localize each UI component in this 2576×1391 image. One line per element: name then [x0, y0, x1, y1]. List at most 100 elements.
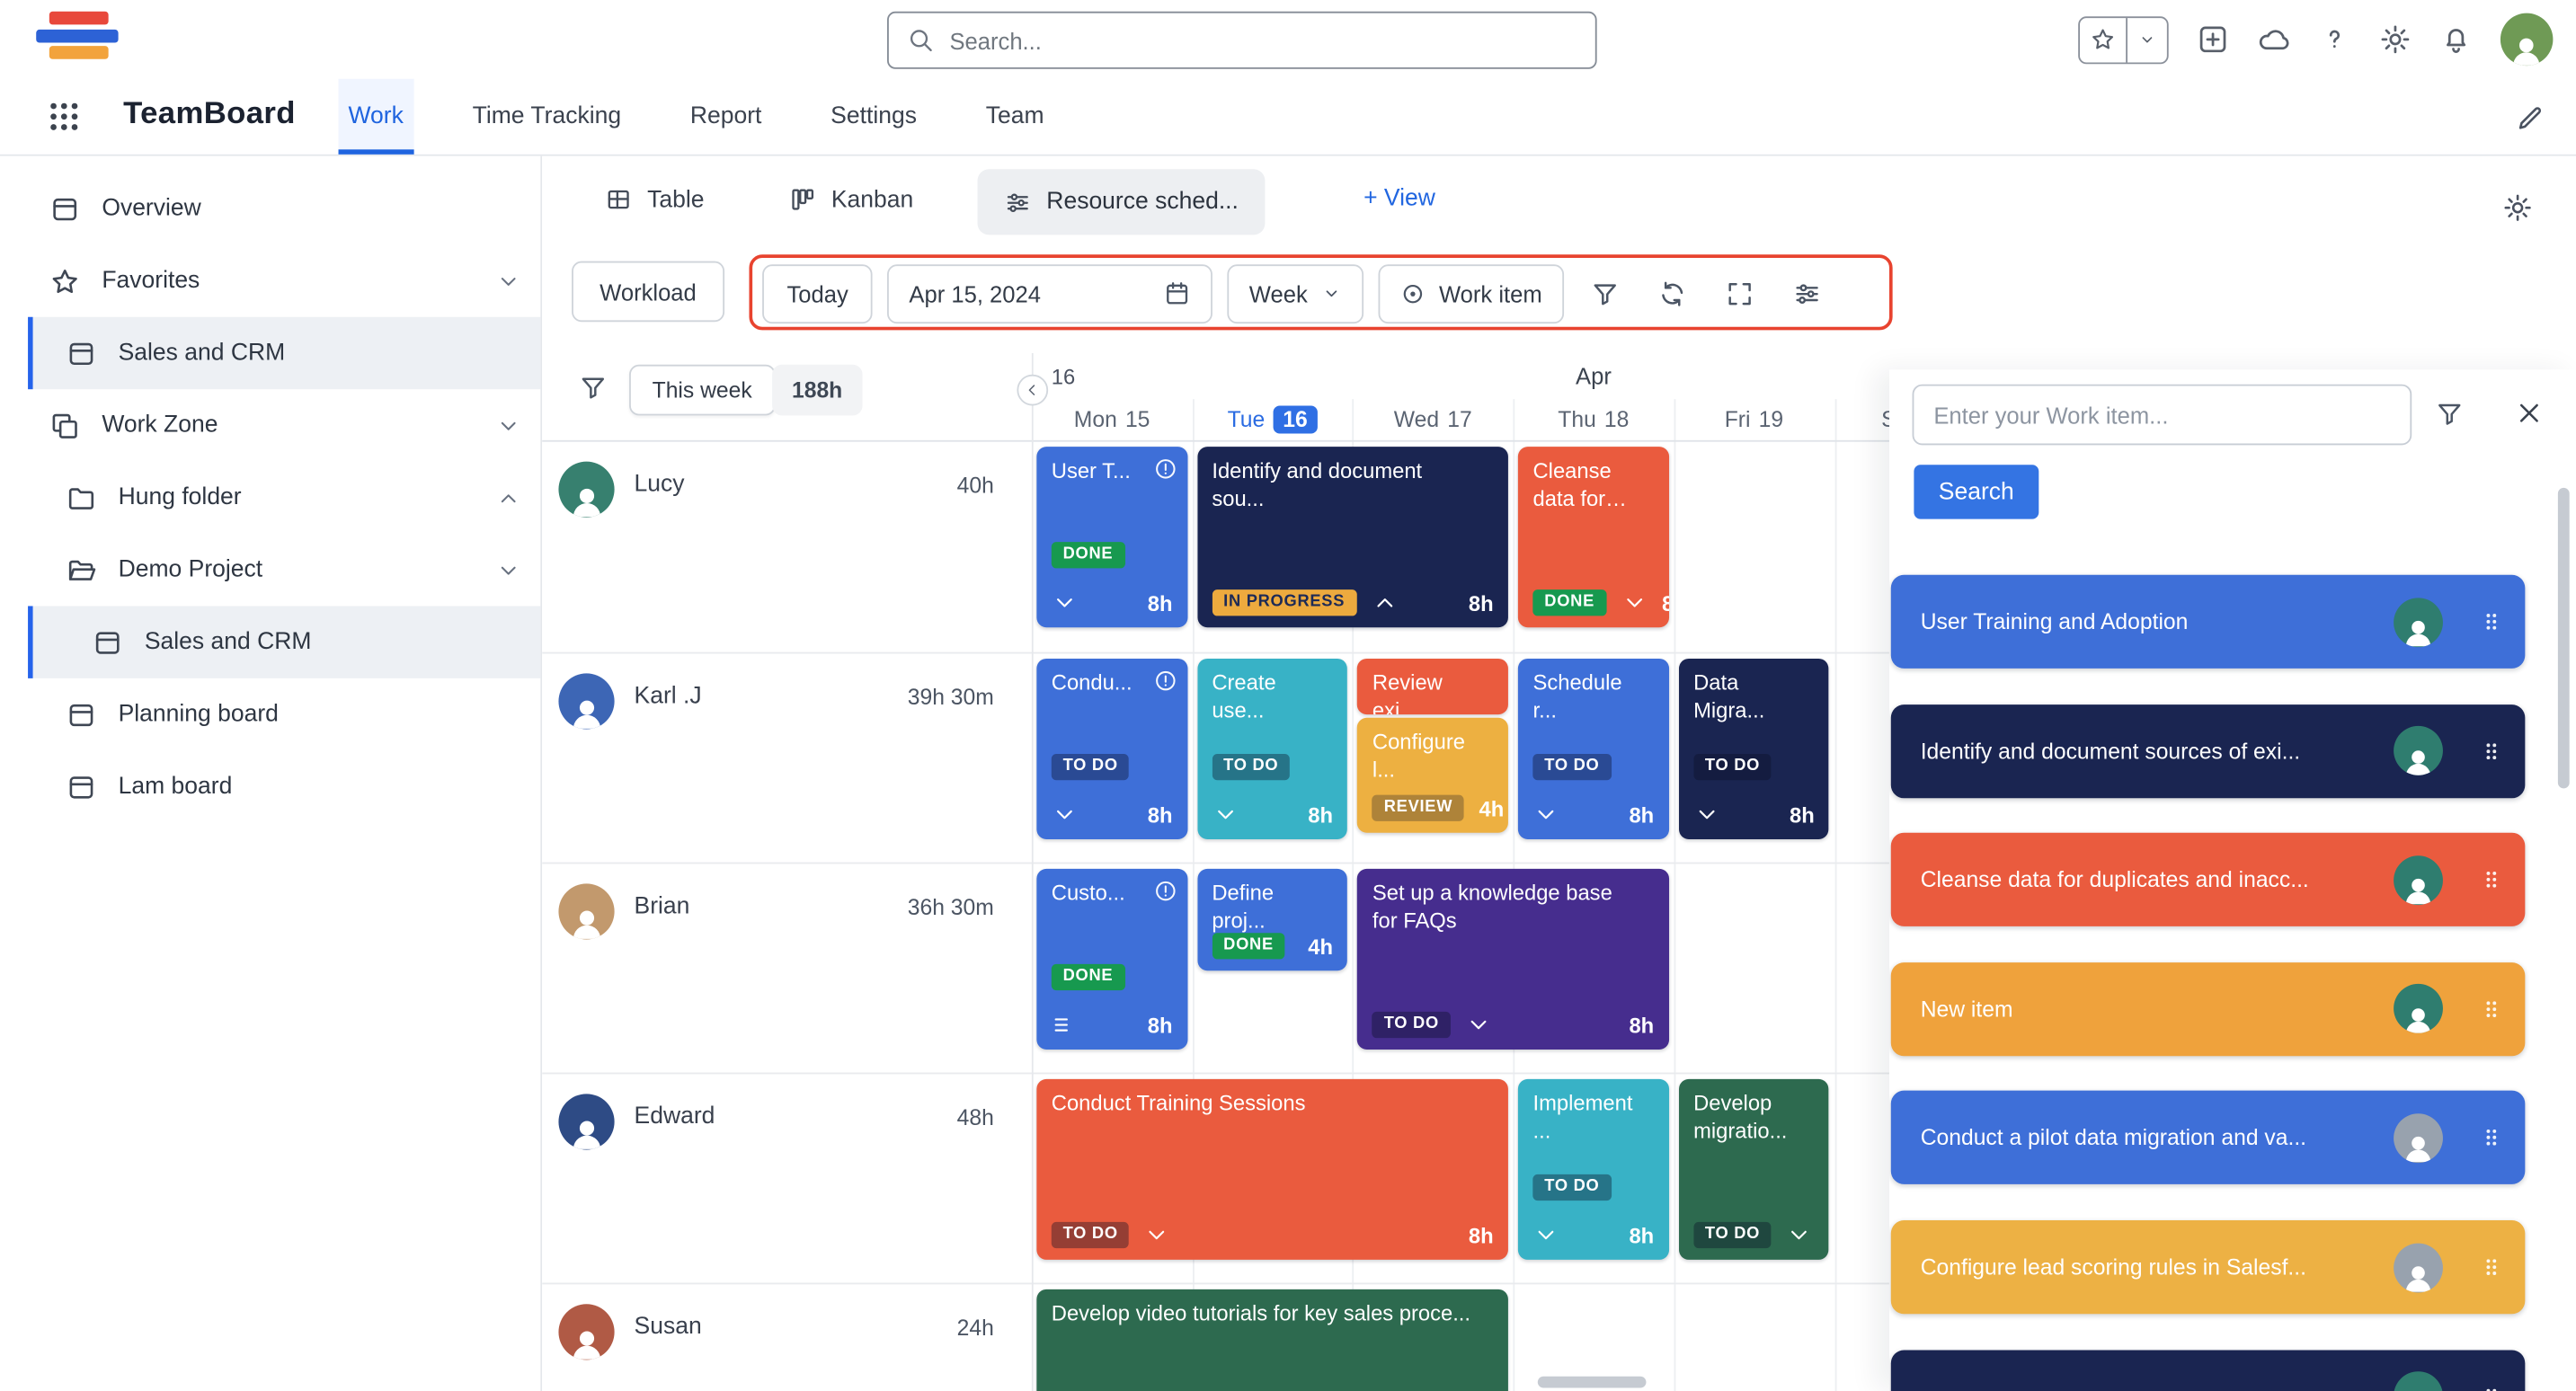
sidebar-item-sales-and-crm[interactable]: Sales and CRM: [28, 317, 540, 389]
card-hours: 4h: [1479, 796, 1504, 820]
day-name: Thu: [1558, 407, 1596, 431]
drag-handle-icon[interactable]: [2479, 609, 2503, 633]
panel-work-item[interactable]: Identify and document sources of exi...: [1891, 704, 2526, 797]
app-switcher-icon[interactable]: [46, 99, 82, 135]
work-card[interactable]: Develop migratio...TO DO: [1679, 1079, 1830, 1260]
user-avatar[interactable]: [2500, 13, 2553, 66]
drag-handle-icon[interactable]: [2479, 1254, 2503, 1279]
drag-handle-icon[interactable]: [2479, 739, 2503, 763]
card-title: Develop migratio...: [1693, 1091, 1815, 1147]
chevron-down-icon[interactable]: [1533, 802, 1559, 828]
chevron-down-icon[interactable]: [1144, 1222, 1170, 1248]
panel-work-item[interactable]: Conduct a pilot data migration and va...: [1891, 1091, 2526, 1184]
tab-team[interactable]: Team: [976, 79, 1054, 155]
vertical-scrollbar-thumb[interactable]: [2558, 488, 2570, 788]
favorite-control[interactable]: [2078, 15, 2169, 63]
person-icon: [2399, 742, 2438, 775]
apps-add-icon[interactable]: [2197, 23, 2230, 57]
help-icon[interactable]: [2318, 23, 2351, 57]
work-card[interactable]: Data Migra...TO DO8h: [1679, 659, 1830, 839]
panel-work-item[interactable]: User Training and Adoption: [1891, 575, 2526, 669]
chevron-down-icon[interactable]: [2137, 30, 2157, 49]
work-card[interactable]: Configure l...REVIEW4h: [1357, 718, 1508, 833]
work-card[interactable]: Review exi...: [1357, 659, 1508, 714]
drag-handle-icon[interactable]: [2479, 1384, 2503, 1391]
chevron-down-icon[interactable]: [1052, 802, 1078, 828]
work-card[interactable]: Implement ...TO DO8h: [1518, 1079, 1669, 1260]
card-title: Implement ...: [1533, 1091, 1655, 1147]
chevron-down-icon[interactable]: [1621, 589, 1647, 616]
panel-work-item[interactable]: New item: [1891, 962, 2526, 1056]
work-card[interactable]: Schedule r...TO DO8h: [1518, 659, 1669, 839]
chevron-down-icon[interactable]: [1786, 1222, 1812, 1248]
work-card[interactable]: Set up a knowledge base for FAQsTO DO8h: [1357, 869, 1668, 1050]
sidebar-item-label: Lam board: [119, 774, 233, 800]
edit-pencil-icon[interactable]: [2515, 102, 2546, 133]
sidebar-item-planning-board[interactable]: Planning board: [28, 678, 540, 750]
panel-work-item[interactable]: Configure lead scoring rules in Salesf..…: [1891, 1220, 2526, 1314]
app-logo[interactable]: [36, 12, 118, 59]
drag-handle-icon[interactable]: [2479, 867, 2503, 891]
work-item-panel: Search User Training and AdoptionIdentif…: [1889, 369, 2576, 1391]
tab-settings[interactable]: Settings: [821, 79, 927, 155]
view-tab-resource-sched[interactable]: Resource sched...: [978, 169, 1266, 235]
view-tab-table[interactable]: Table: [605, 186, 705, 214]
sidebar-item-hung-folder[interactable]: Hung folder: [28, 462, 540, 534]
star-icon[interactable]: [2090, 26, 2116, 52]
resource-hours: 36h 30m: [846, 895, 994, 919]
sidebar-item-demo-project[interactable]: Demo Project: [28, 534, 540, 606]
sidebar-item-label: Hung folder: [119, 484, 242, 510]
sidebar-item-work-zone[interactable]: Work Zone: [28, 389, 540, 461]
chevron-down-icon[interactable]: [496, 413, 520, 438]
cloud-icon[interactable]: [2257, 23, 2290, 57]
chevron-down-icon[interactable]: [496, 269, 520, 293]
sidebar-item-favorites[interactable]: Favorites: [28, 244, 540, 316]
alert-icon: [1153, 456, 1177, 481]
this-week-button[interactable]: This week: [629, 365, 775, 416]
resource-filter-icon[interactable]: [578, 373, 608, 403]
chevron-down-icon[interactable]: [496, 558, 520, 582]
card-footer: 8h: [1212, 802, 1333, 828]
notifications-bell-icon[interactable]: [2439, 23, 2473, 57]
sidebar-item-overview[interactable]: Overview: [28, 173, 540, 244]
chevron-down-icon[interactable]: [1693, 802, 1719, 828]
day-number: 15: [1125, 407, 1150, 431]
collapse-panel-button[interactable]: [1017, 375, 1048, 406]
grid-column-line: [1674, 399, 1675, 1391]
drag-handle-icon[interactable]: [2479, 1126, 2503, 1150]
work-card[interactable]: Cleanse data for duplicate...DONE8h: [1518, 447, 1669, 627]
settings-gear-icon[interactable]: [2379, 23, 2412, 57]
drag-handle-icon[interactable]: [2479, 997, 2503, 1021]
work-card[interactable]: User T...DONE8h: [1036, 447, 1187, 627]
chevron-down-icon[interactable]: [1052, 589, 1078, 616]
panel-item-title: Cleanse data for duplicates and inacc...: [1921, 867, 2394, 891]
work-card[interactable]: Create use...TO DO8h: [1197, 659, 1348, 839]
sidebar-item-lam-board[interactable]: Lam board: [28, 750, 540, 822]
horizontal-scrollbar-thumb[interactable]: [1538, 1377, 1647, 1388]
tab-work[interactable]: Work: [339, 79, 413, 155]
work-card[interactable]: Condu...TO DO8h: [1036, 659, 1187, 839]
work-card[interactable]: Identify and document sou...IN PROGRESS8…: [1197, 447, 1508, 627]
panel-work-item[interactable]: [1891, 1350, 2526, 1391]
chevron-up-icon[interactable]: [496, 485, 520, 509]
resource-name: Karl .J: [635, 683, 702, 709]
tab-report[interactable]: Report: [680, 79, 772, 155]
panel-work-item[interactable]: Cleanse data for duplicates and inacc...: [1891, 833, 2526, 926]
menu-icon[interactable]: [1052, 1012, 1078, 1038]
chevron-down-icon[interactable]: [1465, 1012, 1491, 1038]
global-search-input[interactable]: [949, 27, 1577, 53]
sidebar-item-sales-and-crm[interactable]: Sales and CRM: [28, 606, 540, 678]
status-badge: DONE: [1052, 542, 1124, 568]
card-footer: 8h: [1533, 1222, 1655, 1248]
chevron-up-icon[interactable]: [1371, 589, 1397, 616]
work-card[interactable]: Custo...DONE8h: [1036, 869, 1187, 1050]
person-icon: [2399, 1258, 2438, 1291]
work-card[interactable]: Develop video tutorials for key sales pr…: [1036, 1289, 1508, 1391]
card-hours: 8h: [1629, 802, 1654, 827]
chevron-down-icon[interactable]: [1212, 802, 1238, 828]
work-card[interactable]: Conduct Training SessionsTO DO8h: [1036, 1079, 1508, 1260]
tab-time-tracking[interactable]: Time Tracking: [463, 79, 631, 155]
chevron-down-icon[interactable]: [1533, 1222, 1559, 1248]
work-card[interactable]: Define proj...DONE4h: [1197, 869, 1348, 970]
view-tab-kanban[interactable]: Kanban: [788, 186, 913, 214]
